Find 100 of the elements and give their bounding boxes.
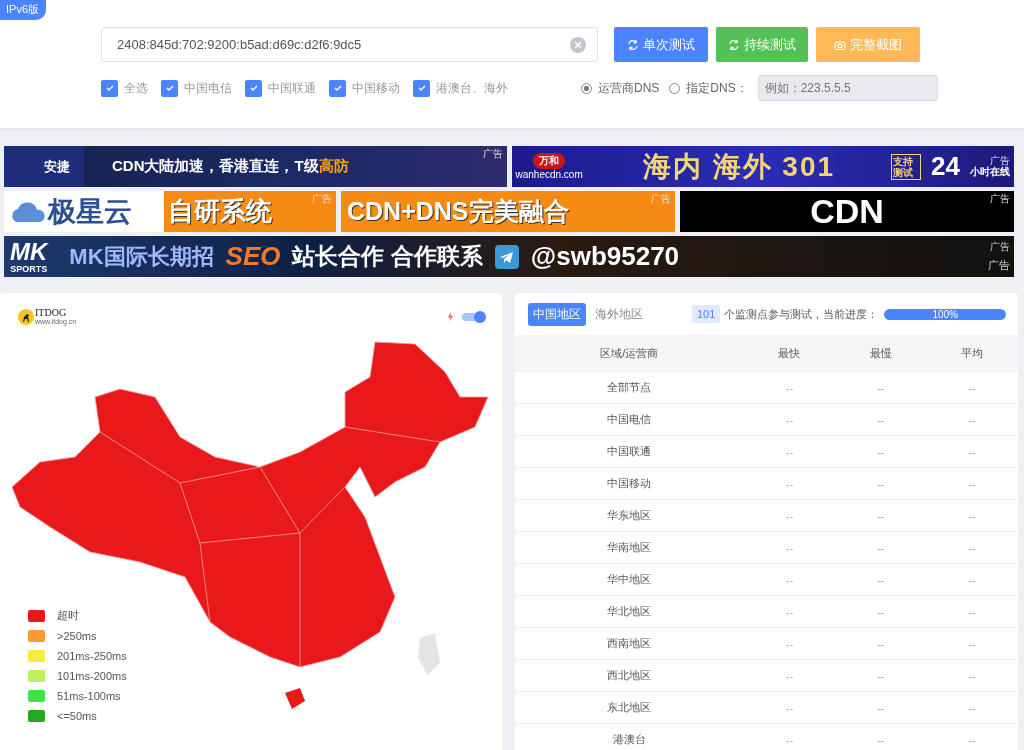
table-cell: 港澳台 — [515, 723, 744, 750]
table-cell: -- — [926, 467, 1018, 500]
table-cell: -- — [743, 723, 836, 750]
ad-label: 广告 — [312, 192, 332, 206]
brand-logo: 万和 — [533, 153, 566, 169]
region-tab[interactable]: 中国地区 — [528, 302, 586, 326]
ad-badge: 支持测试 — [891, 153, 922, 180]
table-cell: -- — [835, 435, 927, 468]
legend-label: 201ms-250ms — [57, 649, 127, 662]
table-cell: -- — [743, 563, 836, 596]
table-cell: -- — [835, 531, 927, 564]
table-cell: 西北地区 — [515, 659, 744, 692]
table-cell: -- — [743, 499, 836, 532]
brand-logo: MK — [10, 239, 48, 264]
table-cell: -- — [835, 371, 927, 404]
ad-label: 广告 — [988, 258, 1010, 273]
dog-logo-icon — [18, 308, 34, 325]
table-cell: -- — [743, 435, 836, 468]
ad-text: CDN+DNS完美融合 — [346, 196, 569, 227]
table-cell: -- — [926, 563, 1018, 596]
table-cell: -- — [743, 371, 836, 404]
table-cell: -- — [926, 691, 1018, 724]
table-cell: -- — [835, 467, 927, 500]
ad-label: 广告 — [990, 192, 1010, 206]
ad-hours: 24 — [931, 151, 960, 182]
lightning-icon — [447, 311, 454, 322]
table-cell: -- — [743, 627, 836, 660]
table-cell: -- — [926, 499, 1018, 532]
checkmark-icon — [332, 83, 343, 93]
table-cell: -- — [743, 403, 836, 436]
table-cell: -- — [926, 595, 1018, 628]
ad-note: 小时在线 — [970, 166, 1010, 177]
ad-highlight: SEO — [225, 241, 281, 272]
ad-label: 广告 — [651, 192, 671, 206]
paper-plane-icon — [494, 244, 519, 269]
camera-icon — [834, 38, 846, 51]
refresh-icon — [627, 38, 639, 51]
carrier-checkbox[interactable]: 全选 — [101, 79, 148, 97]
legend-label: 超时 — [57, 608, 79, 623]
table-cell: -- — [835, 499, 927, 532]
ad-banner[interactable]: CDN 广告 — [680, 191, 1014, 232]
toggle-switch[interactable] — [462, 312, 484, 321]
carrier-checkbox[interactable]: 中国移动 — [329, 79, 400, 97]
brand-subtitle: SPORTS — [10, 263, 48, 274]
ad-label: 广告 — [990, 240, 1010, 254]
brand-logo: 安捷 — [4, 146, 84, 187]
ad-url: wanhecdn.com — [515, 169, 583, 180]
table-cell: -- — [926, 627, 1018, 660]
table-cell: -- — [926, 659, 1018, 692]
table-cell: -- — [835, 659, 927, 692]
table-cell: -- — [835, 691, 927, 724]
table-cell: -- — [835, 403, 927, 436]
ad-text: CDN — [810, 192, 884, 231]
ad-contact: @swb95270 — [530, 241, 680, 272]
ad-banner[interactable]: MK SPORTS MK国际长期招 SEO 站长合作 合作联系 @swb95270 广告 广告 — [4, 236, 1014, 277]
table-cell: 中国移动 — [515, 467, 744, 500]
progress-label: 100% — [931, 308, 959, 320]
column-header: 最慢 — [835, 335, 927, 372]
action-button[interactable]: 单次测试 — [614, 27, 708, 62]
action-button[interactable]: 持续测试 — [716, 27, 808, 62]
ad-banner[interactable]: 安捷 CDN大陆加速，香港直连，T级高防 广告 — [4, 146, 507, 187]
dns-radio[interactable]: 指定DNS： — [669, 79, 748, 97]
carrier-checkbox[interactable]: 中国联通 — [245, 79, 316, 97]
ad-text: 站长合作 合作联系 — [292, 242, 483, 271]
table-cell: -- — [926, 531, 1018, 564]
table-cell: 西南地区 — [515, 627, 744, 660]
logo-text: ITDOG — [35, 308, 68, 318]
checkmark-icon — [164, 83, 175, 93]
region-tab[interactable]: 海外地区 — [590, 302, 648, 326]
table-cell: -- — [743, 595, 836, 628]
carrier-checkbox[interactable]: 港澳台、海外 — [413, 79, 508, 97]
refresh-icon — [728, 38, 740, 51]
table-cell: -- — [835, 723, 927, 750]
ad-text: MK国际长期招 — [69, 242, 214, 271]
dns-radio[interactable]: 运营商DNS — [581, 79, 660, 97]
column-header: 区域/运营商 — [515, 335, 744, 372]
ad-banner[interactable]: 极星云 自研系统 广告 — [4, 191, 336, 232]
legend-label: 101ms-200ms — [57, 669, 127, 682]
table-cell: -- — [743, 659, 836, 692]
table-cell: -- — [926, 371, 1018, 404]
table-cell: 华南地区 — [515, 531, 744, 564]
version-badge: IPv6版 — [0, 0, 46, 20]
ad-text: 海内 海外 301 — [641, 149, 837, 184]
brand-logo: 极星云 — [48, 194, 132, 229]
carrier-checkbox[interactable]: 中国电信 — [161, 79, 232, 97]
legend-label: 51ms-100ms — [57, 689, 121, 702]
address-input-field[interactable]: 2408:845d:702:9200:b5ad:d69c:d2f6:9dc5 — [101, 27, 598, 62]
ad-label: 广告 — [482, 147, 503, 161]
table-cell: -- — [743, 467, 836, 500]
ad-text: CDN大陆加速，香港直连，T级高防 — [111, 157, 349, 176]
checkmark-icon — [248, 83, 259, 93]
table-cell: -- — [743, 691, 836, 724]
legend-label: >250ms — [57, 629, 97, 642]
table-cell: 东北地区 — [515, 691, 744, 724]
progress-caption: 个监测点参与测试，当前进度： — [724, 306, 879, 322]
table-cell: -- — [926, 435, 1018, 468]
table-cell: -- — [926, 723, 1018, 750]
ad-banner[interactable]: CDN+DNS完美融合 广告 — [341, 191, 675, 232]
checkmark-icon — [416, 83, 427, 93]
count-badge: 101 — [692, 305, 721, 323]
